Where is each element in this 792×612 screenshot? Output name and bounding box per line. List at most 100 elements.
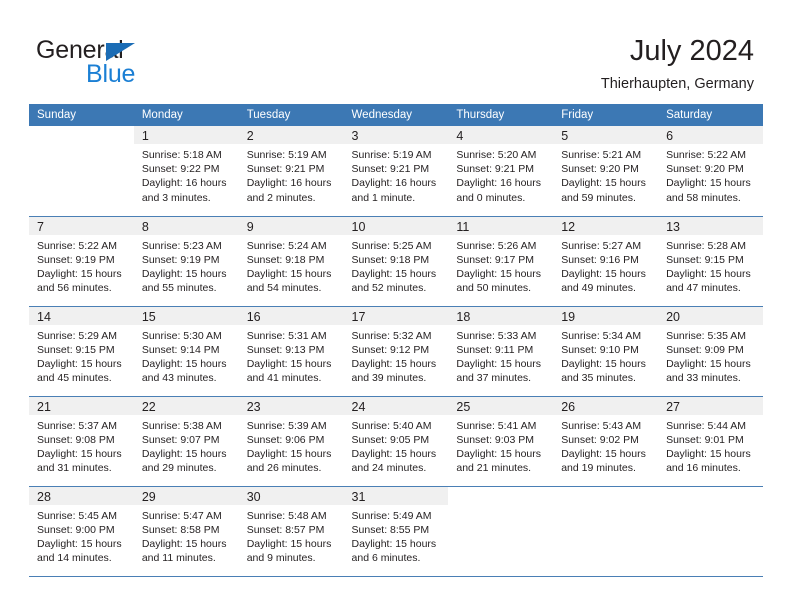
day-number: 20 <box>666 309 680 324</box>
day-cell[interactable] <box>29 126 134 217</box>
day-cell[interactable]: 20 Sunrise: 5:35 AM Sunset: 9:09 PM Dayl… <box>658 306 763 397</box>
day-cell[interactable]: 5 Sunrise: 5:21 AM Sunset: 9:20 PM Dayli… <box>553 126 659 217</box>
day-details: Sunrise: 5:26 AM Sunset: 9:17 PM Dayligh… <box>448 235 553 296</box>
day-cell[interactable]: 29 Sunrise: 5:47 AM Sunset: 8:58 PM Dayl… <box>133 486 239 577</box>
sunset-text: Sunset: 9:21 PM <box>351 163 430 176</box>
day-cell-inner: 3 Sunrise: 5:19 AM Sunset: 9:21 PM Dayli… <box>343 126 449 215</box>
day-cell-inner: 26 Sunrise: 5:43 AM Sunset: 9:02 PM Dayl… <box>553 396 659 486</box>
daylight-text-line2: and 43 minutes. <box>141 372 217 385</box>
day-number-band <box>553 487 658 505</box>
day-cell-inner: 10 Sunrise: 5:25 AM Sunset: 9:18 PM Dayl… <box>343 216 449 306</box>
day-cell[interactable]: 21 Sunrise: 5:37 AM Sunset: 9:08 PM Dayl… <box>29 396 134 487</box>
day-cell[interactable]: 6 Sunrise: 5:22 AM Sunset: 9:20 PM Dayli… <box>658 126 763 217</box>
sunrise-text: Sunrise: 5:41 AM <box>456 419 537 432</box>
day-cell[interactable]: 2 Sunrise: 5:19 AM Sunset: 9:21 PM Dayli… <box>238 126 344 217</box>
page-title: July 2024 <box>629 35 754 67</box>
daylight-text-line1: Daylight: 15 hours <box>561 447 646 460</box>
day-cell[interactable]: 22 Sunrise: 5:38 AM Sunset: 9:07 PM Dayl… <box>133 396 239 487</box>
day-cell[interactable]: 24 Sunrise: 5:40 AM Sunset: 9:05 PM Dayl… <box>343 396 449 487</box>
day-cell[interactable]: 31 Sunrise: 5:49 AM Sunset: 8:55 PM Dayl… <box>343 486 449 577</box>
day-cell[interactable]: 23 Sunrise: 5:39 AM Sunset: 9:06 PM Dayl… <box>238 396 344 487</box>
day-number: 8 <box>141 219 149 234</box>
day-details: Sunrise: 5:49 AM Sunset: 8:55 PM Dayligh… <box>344 505 449 566</box>
daylight-text-line2: and 41 minutes. <box>246 372 322 385</box>
day-cell[interactable]: 11 Sunrise: 5:26 AM Sunset: 9:17 PM Dayl… <box>448 216 554 307</box>
day-number: 11 <box>456 219 470 234</box>
day-details: Sunrise: 5:23 AM Sunset: 9:19 PM Dayligh… <box>134 235 239 296</box>
day-number-band: 22 <box>133 396 239 415</box>
daylight-text-line1: Daylight: 15 hours <box>37 357 122 370</box>
day-number-band: 11 <box>448 216 554 235</box>
day-cell[interactable]: 8 Sunrise: 5:23 AM Sunset: 9:19 PM Dayli… <box>133 216 239 307</box>
daylight-text-line2: and 21 minutes. <box>456 462 532 475</box>
daylight-text-line1: Daylight: 15 hours <box>141 267 227 280</box>
logo-word-blue: Blue <box>86 60 136 88</box>
general-blue-logo[interactable]: General Blue <box>36 36 236 90</box>
day-cell[interactable]: 28 Sunrise: 5:45 AM Sunset: 9:00 PM Dayl… <box>29 486 134 577</box>
day-cell-inner: 2 Sunrise: 5:19 AM Sunset: 9:21 PM Dayli… <box>238 126 344 215</box>
day-cell[interactable] <box>553 486 659 577</box>
daylight-text-line1: Daylight: 15 hours <box>141 447 227 460</box>
day-cell-inner <box>29 126 134 215</box>
day-cell[interactable]: 1 Sunrise: 5:18 AM Sunset: 9:22 PM Dayli… <box>133 126 239 217</box>
daylight-text-line2: and 50 minutes. <box>456 282 532 295</box>
day-cell[interactable]: 17 Sunrise: 5:32 AM Sunset: 9:12 PM Dayl… <box>343 306 449 397</box>
day-cell-inner: 7 Sunrise: 5:22 AM Sunset: 9:19 PM Dayli… <box>29 216 134 306</box>
daylight-text-line1: Daylight: 15 hours <box>561 357 646 370</box>
day-cell[interactable]: 13 Sunrise: 5:28 AM Sunset: 9:15 PM Dayl… <box>658 216 763 307</box>
day-number-band: 4 <box>448 126 554 144</box>
day-cell[interactable]: 4 Sunrise: 5:20 AM Sunset: 9:21 PM Dayli… <box>448 126 554 217</box>
day-cell[interactable]: 10 Sunrise: 5:25 AM Sunset: 9:18 PM Dayl… <box>343 216 449 307</box>
daylight-text-line2: and 11 minutes. <box>141 552 216 565</box>
day-number-band: 12 <box>553 216 659 235</box>
day-cell[interactable]: 19 Sunrise: 5:34 AM Sunset: 9:10 PM Dayl… <box>553 306 659 397</box>
day-cell[interactable]: 9 Sunrise: 5:24 AM Sunset: 9:18 PM Dayli… <box>238 216 344 307</box>
day-cell[interactable]: 14 Sunrise: 5:29 AM Sunset: 9:15 PM Dayl… <box>29 306 134 397</box>
day-cell[interactable] <box>658 486 763 577</box>
daylight-text-line2: and 26 minutes. <box>246 462 322 475</box>
day-details: Sunrise: 5:28 AM Sunset: 9:15 PM Dayligh… <box>658 235 763 296</box>
day-number-band <box>448 487 553 505</box>
sunrise-text: Sunrise: 5:22 AM <box>666 149 747 161</box>
day-number: 15 <box>141 309 156 324</box>
day-cell-inner: 25 Sunrise: 5:41 AM Sunset: 9:03 PM Dayl… <box>448 396 554 486</box>
daylight-text-line2: and 45 minutes. <box>37 372 112 385</box>
day-cell[interactable]: 26 Sunrise: 5:43 AM Sunset: 9:02 PM Dayl… <box>553 396 659 487</box>
day-cell-inner: 24 Sunrise: 5:40 AM Sunset: 9:05 PM Dayl… <box>343 396 449 486</box>
day-number-band: 5 <box>553 126 659 144</box>
day-cell[interactable]: 16 Sunrise: 5:31 AM Sunset: 9:13 PM Dayl… <box>238 306 344 397</box>
day-cell[interactable]: 18 Sunrise: 5:33 AM Sunset: 9:11 PM Dayl… <box>448 306 554 397</box>
sunrise-text: Sunrise: 5:25 AM <box>351 239 432 252</box>
day-number-band: 17 <box>343 306 449 325</box>
sunset-text: Sunset: 9:17 PM <box>456 253 535 266</box>
day-cell-inner <box>553 486 659 576</box>
day-number: 10 <box>351 219 366 234</box>
day-cell-inner: 12 Sunrise: 5:27 AM Sunset: 9:16 PM Dayl… <box>553 216 659 306</box>
day-details: Sunrise: 5:45 AM Sunset: 9:00 PM Dayligh… <box>29 505 134 566</box>
day-cell[interactable]: 27 Sunrise: 5:44 AM Sunset: 9:01 PM Dayl… <box>658 396 763 487</box>
daylight-text-line2: and 0 minutes. <box>456 191 526 204</box>
day-cell-inner: 28 Sunrise: 5:45 AM Sunset: 9:00 PM Dayl… <box>29 486 134 576</box>
day-number-band: 23 <box>238 396 344 415</box>
day-cell[interactable]: 25 Sunrise: 5:41 AM Sunset: 9:03 PM Dayl… <box>448 396 554 487</box>
day-number: 29 <box>141 489 156 504</box>
day-details: Sunrise: 5:19 AM Sunset: 9:21 PM Dayligh… <box>239 144 344 205</box>
day-cell[interactable]: 3 Sunrise: 5:19 AM Sunset: 9:21 PM Dayli… <box>343 126 449 217</box>
day-details: Sunrise: 5:18 AM Sunset: 9:22 PM Dayligh… <box>134 144 239 205</box>
day-cell[interactable]: 7 Sunrise: 5:22 AM Sunset: 9:19 PM Dayli… <box>29 216 134 307</box>
day-cell[interactable]: 15 Sunrise: 5:30 AM Sunset: 9:14 PM Dayl… <box>133 306 239 397</box>
day-number: 7 <box>37 219 44 234</box>
calendar-body: 1 Sunrise: 5:18 AM Sunset: 9:22 PM Dayli… <box>29 126 763 577</box>
day-number: 27 <box>666 399 680 414</box>
sunset-text: Sunset: 9:03 PM <box>456 433 535 446</box>
day-cell[interactable] <box>448 486 554 577</box>
sunset-text: Sunset: 9:18 PM <box>351 253 430 266</box>
day-cell[interactable]: 12 Sunrise: 5:27 AM Sunset: 9:16 PM Dayl… <box>553 216 659 307</box>
daylight-text-line1: Daylight: 15 hours <box>141 357 227 370</box>
calendar-page: General Blue July 2024 Thierhaupten, Ger… <box>0 0 792 612</box>
day-details: Sunrise: 5:34 AM Sunset: 9:10 PM Dayligh… <box>553 325 658 386</box>
day-cell[interactable]: 30 Sunrise: 5:48 AM Sunset: 8:57 PM Dayl… <box>238 486 344 577</box>
day-details: Sunrise: 5:20 AM Sunset: 9:21 PM Dayligh… <box>448 144 553 205</box>
sunset-text: Sunset: 9:11 PM <box>456 343 534 356</box>
day-cell-inner <box>658 486 763 576</box>
